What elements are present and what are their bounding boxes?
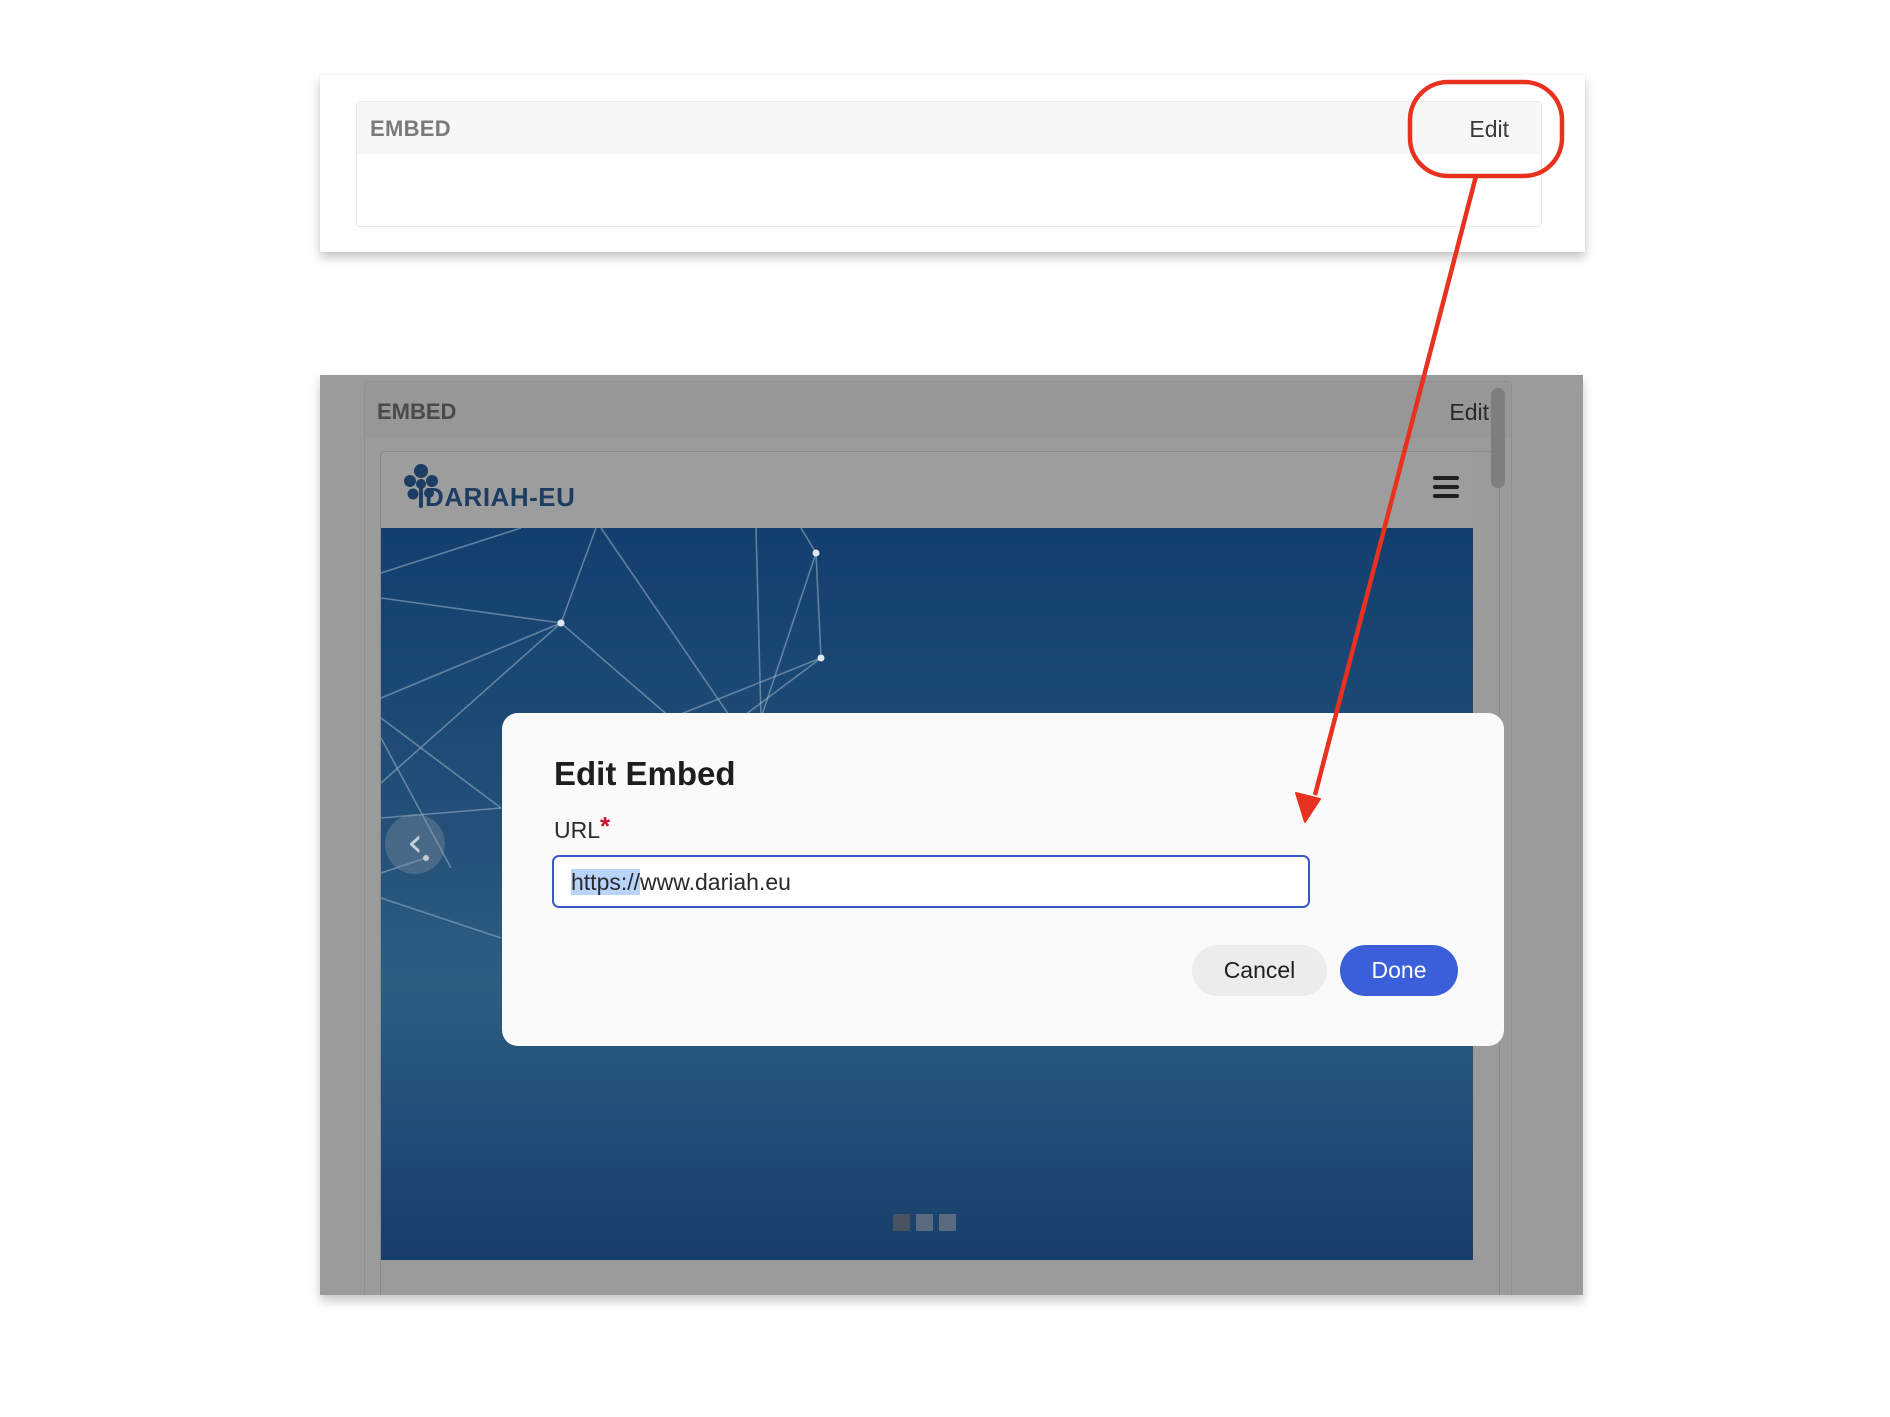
carousel-dot[interactable] [939,1214,956,1231]
required-indicator: * [600,811,611,841]
url-remaining-text: www.dariah.eu [640,869,791,895]
edit-button[interactable]: Edit [1469,116,1509,143]
embed-block: EMBED Edit [356,101,1542,227]
embedded-site-header: DARIAH-EU [381,452,1473,528]
iframe-scrollbar[interactable] [1491,388,1505,488]
url-field-label: URL [554,817,601,843]
cancel-button[interactable]: Cancel [1192,945,1327,996]
chevron-left-icon[interactable]: ‹ [385,814,445,874]
done-button[interactable]: Done [1340,945,1458,996]
edit-button-dimmed[interactable]: Edit [1449,399,1489,426]
carousel-dot[interactable] [893,1214,910,1231]
embed-block-preview: EMBED Edit [320,75,1585,252]
embed-block-header-dimmed: EMBED Edit [365,382,1511,438]
embed-block-header: EMBED Edit [357,102,1541,154]
carousel-indicators[interactable] [893,1214,962,1236]
dialog-title: Edit Embed [554,755,736,792]
hamburger-icon[interactable] [1433,476,1459,498]
edit-embed-dialog: Edit Embed URL * https://www.dariah.eu C… [502,713,1504,1046]
url-selected-text: https:// [571,869,641,895]
carousel-dot[interactable] [916,1214,933,1231]
url-input-value[interactable]: https://www.dariah.eu [571,869,791,896]
embed-block-label-dimmed: EMBED [377,399,457,424]
embed-block-label: EMBED [370,116,451,141]
url-input[interactable]: https://www.dariah.eu [552,855,1310,908]
site-logo-text: DARIAH-EU [425,482,576,512]
